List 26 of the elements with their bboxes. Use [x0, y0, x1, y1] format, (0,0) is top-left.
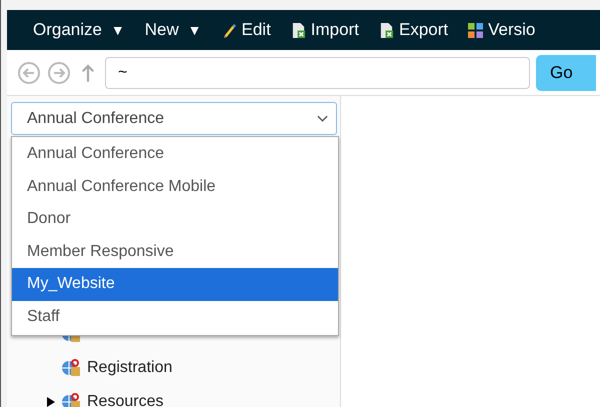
toolbar-button[interactable]: Import — [282, 20, 371, 40]
dropdown-option[interactable]: Annual Conference — [12, 138, 338, 170]
chevron-icon — [317, 114, 328, 122]
dropdown-option[interactable]: Annual Conference Mobile — [12, 170, 338, 203]
dropdown-option[interactable]: Member Responsive — [12, 236, 338, 268]
document-icon — [290, 22, 306, 38]
toolbar-button[interactable]: Organize ▼ — [25, 20, 137, 40]
toolbar-button[interactable]: Versio — [460, 20, 548, 40]
locked-globe-icon — [61, 358, 81, 378]
path-field[interactable]: ~ — [105, 56, 530, 88]
toolbar-button[interactable]: Edit — [214, 20, 283, 40]
toolbar-button[interactable]: Export — [370, 20, 460, 40]
dropdown-option[interactable]: Staff — [12, 300, 338, 333]
tree-item[interactable]: Registration — [87, 359, 172, 377]
dropdown-option[interactable]: Donor — [12, 203, 338, 236]
grid-icon — [468, 22, 484, 38]
dropdown-option[interactable]: My_Website — [12, 268, 338, 300]
expand-arrow-icon[interactable] — [47, 397, 55, 407]
site-select[interactable]: Annual Conference — [11, 102, 337, 135]
pencil-icon — [222, 22, 236, 38]
document-icon — [378, 22, 394, 38]
tree-item[interactable]: Resources — [87, 393, 164, 407]
toolbar-button[interactable]: New ▼ — [136, 20, 214, 40]
forward-icon[interactable] — [47, 60, 71, 84]
go-button[interactable]: Go — [536, 54, 596, 90]
back-icon[interactable] — [17, 60, 41, 84]
